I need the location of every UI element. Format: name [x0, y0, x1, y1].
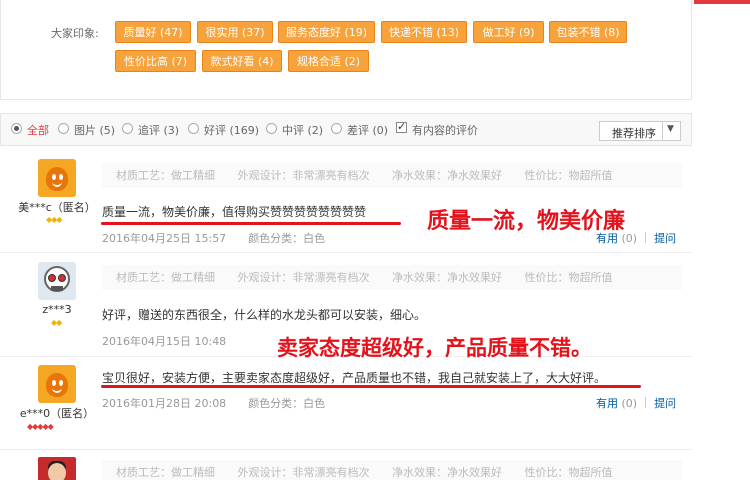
reviewer-name: e***0（匿名）: [19, 407, 95, 420]
review-attributes: 材质工艺：做工精细 外观设计：非常漂亮有档次 净水效果：净水效果好 性价比：物超…: [102, 265, 682, 290]
avatar-eye: [58, 274, 66, 282]
filter-label-negative[interactable]: 差评 (0): [347, 122, 388, 138]
avatar-eye: [52, 174, 56, 180]
avatar[interactable]: [38, 457, 76, 480]
impression-tag[interactable]: 规格合适 (2): [288, 50, 369, 72]
avatar-eye: [48, 274, 56, 282]
reply-button[interactable]: 提问: [654, 232, 676, 245]
review-attributes: 材质工艺：做工精细 外观设计：非常漂亮有档次 净水效果：净水效果好 性价比：物超…: [102, 460, 682, 480]
filter-radio-all[interactable]: [11, 123, 22, 134]
avatar[interactable]: [38, 159, 76, 197]
filter-radio-neutral[interactable]: [266, 123, 277, 134]
attr-craft: 材质工艺：做工精细: [116, 466, 215, 479]
review-content: 宝贝很好，安装方便，主要卖家态度超级好，产品质量也不错，我自己就安装上了，大大好…: [102, 371, 607, 385]
review-date: 2016年04月15日 10:48: [102, 335, 227, 348]
reviewer-name: z***3: [42, 303, 72, 316]
avatar-mouth: [51, 286, 63, 291]
sort-label: 推荐排序: [612, 127, 656, 140]
reviewer-name: 美***c（匿名）: [18, 201, 96, 214]
review-attributes: 材质工艺：做工精细 外观设计：非常漂亮有档次 净水效果：净水效果好 性价比：物超…: [102, 163, 682, 188]
sort-divider: [662, 122, 663, 140]
top-accent-bar: [694, 0, 750, 4]
impression-tag[interactable]: 服务态度好 (19): [278, 21, 375, 43]
review-item: e***0（匿名） ◆◆◆◆◆ 宝贝很好，安装方便，主要卖家态度超级好，产品质量…: [0, 358, 692, 450]
filter-label-all[interactable]: 全部: [27, 122, 49, 138]
attr-filter: 净水效果：净水效果好: [392, 169, 502, 182]
avatar[interactable]: [38, 365, 76, 403]
impression-panel: 大家印象: 质量好 (47) 很实用 (37) 服务态度好 (19) 快递不错 …: [0, 0, 692, 100]
useful-button[interactable]: 有用: [596, 397, 618, 410]
annotation-underline: [101, 222, 401, 225]
attr-craft: 材质工艺：做工精细: [116, 271, 215, 284]
annotation-underline: [101, 385, 641, 388]
member-level-icon: ◆◆◆: [46, 215, 63, 224]
impression-label: 大家印象:: [51, 27, 99, 40]
filter-label-positive[interactable]: 好评 (169): [204, 122, 259, 138]
review-meta: 2016年04月25日 15:57 颜色分类：白色: [102, 230, 325, 246]
action-divider: [645, 232, 647, 243]
member-level-icon: ◆◆◆◆◆: [27, 422, 54, 431]
attr-design: 外观设计：非常漂亮有档次: [237, 466, 370, 479]
content-only-label[interactable]: 有内容的评价: [412, 122, 478, 138]
useful-count: (0): [621, 397, 638, 410]
attr-design: 外观设计：非常漂亮有档次: [237, 271, 370, 284]
impression-tag[interactable]: 性价比高 (7): [115, 50, 196, 72]
impression-tag[interactable]: 快递不错 (13): [381, 21, 467, 43]
chevron-down-icon: ▼: [667, 124, 674, 134]
avatar-eye: [59, 174, 63, 180]
review-filter-bar: 全部 图片 (5) 追评 (3) 好评 (169) 中评 (2) 差评 (0) …: [0, 113, 692, 146]
avatar-face-icon: [46, 373, 68, 397]
impression-tag[interactable]: 做工好 (9): [473, 21, 544, 43]
review-content: 好评，赠送的东西很全，什么样的水龙头都可以安装，细心。: [102, 308, 427, 322]
review-item: 材质工艺：做工精细 外观设计：非常漂亮有档次 净水效果：净水效果好 性价比：物超…: [0, 451, 692, 480]
sort-dropdown[interactable]: 推荐排序 ▼: [599, 121, 681, 141]
filter-label-followup[interactable]: 追评 (3): [138, 122, 179, 138]
review-color-variant: 颜色分类：白色: [248, 397, 326, 410]
avatar-face-icon: [46, 167, 68, 191]
review-date: 2016年01月28日 20:08: [102, 397, 227, 410]
review-color-variant: 颜色分类：白色: [248, 232, 326, 245]
attr-craft: 材质工艺：做工精细: [116, 169, 215, 182]
attr-value: 性价比：物超所值: [524, 271, 613, 284]
filter-radio-images[interactable]: [58, 123, 69, 134]
attr-filter: 净水效果：净水效果好: [392, 271, 502, 284]
filter-label-images[interactable]: 图片 (5): [74, 122, 115, 138]
attr-value: 性价比：物超所值: [524, 466, 613, 479]
attr-design: 外观设计：非常漂亮有档次: [237, 169, 370, 182]
impression-tag[interactable]: 款式好看 (4): [202, 50, 282, 72]
filter-radio-followup[interactable]: [122, 123, 133, 134]
impression-tag[interactable]: 包装不错 (8): [549, 21, 627, 43]
annotation-text: 卖家态度超级好，产品质量不错。: [277, 336, 592, 360]
filter-radio-positive[interactable]: [188, 123, 199, 134]
annotation-text: 质量一流，物美价廉: [427, 209, 626, 234]
review-date: 2016年04月25日 15:57: [102, 232, 227, 245]
member-level-icon: ◆◆: [51, 318, 62, 327]
avatar-person-icon: [48, 463, 66, 480]
attr-filter: 净水效果：净水效果好: [392, 466, 502, 479]
action-divider: [645, 397, 647, 408]
review-meta: 2016年04月15日 10:48: [102, 333, 226, 349]
review-meta: 2016年01月28日 20:08 颜色分类：白色: [102, 395, 325, 411]
filter-radio-negative[interactable]: [331, 123, 342, 134]
reply-button[interactable]: 提问: [654, 397, 676, 410]
review-actions: 有用 (0) 提问: [596, 395, 676, 411]
avatar-eye: [59, 380, 63, 386]
impression-tag[interactable]: 很实用 (37): [197, 21, 273, 43]
avatar-eye: [52, 380, 56, 386]
attr-value: 性价比：物超所值: [524, 169, 613, 182]
impression-tag[interactable]: 质量好 (47): [115, 21, 191, 43]
review-content: 质量一流，物美价廉，值得购买赞赞赞赞赞赞赞赞: [102, 205, 367, 219]
avatar[interactable]: [38, 262, 76, 300]
content-only-checkbox[interactable]: [396, 120, 407, 133]
filter-label-neutral[interactable]: 中评 (2): [282, 122, 323, 138]
